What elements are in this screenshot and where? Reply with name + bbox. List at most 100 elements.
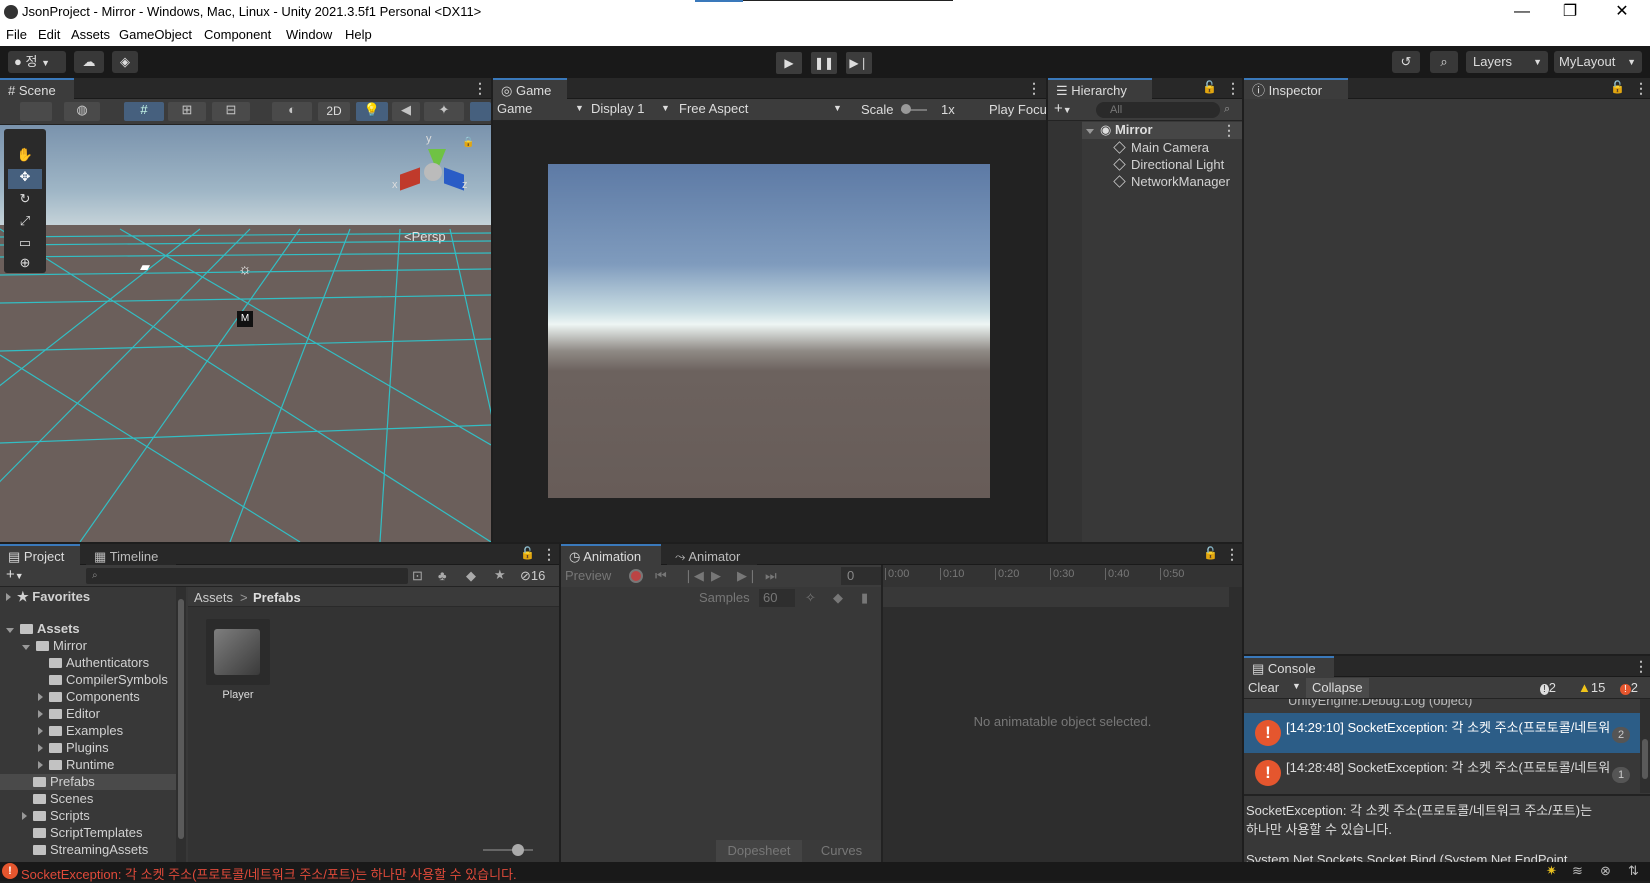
folder-row[interactable]: Mirror: [0, 638, 176, 654]
lighting-toggle[interactable]: 💡: [356, 102, 388, 121]
icon-size-slider[interactable]: [483, 849, 533, 851]
account-dropdown[interactable]: ● 정 ▼: [8, 51, 66, 73]
tab-hierarchy[interactable]: ☰ Hierarchy: [1048, 78, 1152, 99]
move-tool-icon[interactable]: ✥: [8, 169, 42, 189]
console-row-partial[interactable]: UnityEngine.Debug:Log (object): [1244, 699, 1640, 713]
step-button[interactable]: ▶❘: [846, 52, 872, 74]
favorites-row[interactable]: ★ Favorites: [6, 589, 90, 605]
play-focused-select[interactable]: Play Focu: [989, 102, 1046, 117]
label-filter-icon[interactable]: ◆: [466, 568, 476, 584]
lock-icon[interactable]: 🔓: [1203, 546, 1218, 560]
tab-console[interactable]: ▤ Console: [1244, 656, 1334, 677]
add-keyframe-icon[interactable]: ✧: [805, 590, 816, 606]
prev-key-icon[interactable]: ❘◀: [683, 568, 704, 584]
dopesheet-button[interactable]: Dopesheet: [716, 840, 802, 862]
breadcrumb-current[interactable]: Prefabs: [253, 590, 301, 605]
menu-edit[interactable]: Edit: [38, 27, 60, 42]
frame-input[interactable]: 0: [841, 567, 881, 585]
play-button[interactable]: ▶: [776, 52, 802, 74]
add-key-icon[interactable]: ◆: [833, 590, 843, 606]
kebab-menu-icon[interactable]: ⋮: [542, 546, 556, 563]
expand-arrow-icon[interactable]: [1086, 129, 1094, 134]
expand-arrow-icon[interactable]: [38, 727, 43, 735]
tab-timeline[interactable]: ▦ Timeline: [86, 544, 176, 565]
debug-mode-icon[interactable]: ⊗: [1600, 863, 1611, 879]
folder-row[interactable]: Runtime: [0, 757, 176, 773]
close-button[interactable]: ✕: [1598, 0, 1646, 24]
scale-slider-thumb[interactable]: [901, 104, 911, 114]
warning-filter-toggle[interactable]: ▲15: [1578, 680, 1605, 695]
expand-arrow-icon[interactable]: [22, 812, 27, 820]
toggle-2d-button[interactable]: 2D: [318, 102, 350, 121]
lock-icon[interactable]: 🔒: [462, 137, 474, 148]
last-key-icon[interactable]: ⏭: [765, 568, 777, 584]
add-object-button[interactable]: +▼: [1054, 100, 1072, 117]
dopesheet-area[interactable]: No animatable object selected.: [883, 587, 1242, 862]
error-filter-toggle[interactable]: ! 2: [1620, 680, 1638, 695]
cache-server-icon[interactable]: ≋: [1572, 863, 1583, 879]
scrollbar-thumb[interactable]: [1642, 739, 1648, 779]
preview-button[interactable]: Preview: [565, 568, 611, 583]
lock-icon[interactable]: 🔓: [1610, 80, 1625, 94]
light-gizmo-icon[interactable]: ☼: [238, 261, 252, 278]
rect-tool-icon[interactable]: ▭: [8, 235, 42, 255]
kebab-menu-icon[interactable]: ⋮: [1634, 80, 1648, 97]
collapse-toggle[interactable]: Collapse: [1306, 678, 1369, 698]
transform-tool-icon[interactable]: ⊕: [8, 255, 42, 273]
folder-row[interactable]: Prefabs: [0, 774, 176, 790]
rotate-tool-icon[interactable]: ↻: [8, 191, 42, 211]
folder-row[interactable]: Scenes: [0, 791, 176, 807]
camera-gizmo-icon[interactable]: ▰: [140, 259, 150, 275]
audio-toggle[interactable]: ◀: [392, 102, 420, 121]
folder-row[interactable]: Scripts: [0, 808, 176, 824]
grid-snap-button[interactable]: #: [124, 102, 164, 121]
expand-arrow-icon[interactable]: [38, 693, 43, 701]
lock-icon[interactable]: 🔓: [1202, 80, 1217, 94]
expand-arrow-icon[interactable]: [38, 710, 43, 718]
game-viewport[interactable]: [548, 164, 990, 498]
global-button[interactable]: ◍: [64, 102, 100, 121]
networkmanager-gizmo-icon[interactable]: M: [237, 311, 253, 327]
expand-arrow-icon[interactable]: [38, 761, 43, 769]
record-icon[interactable]: [629, 569, 643, 583]
filter-type-icon[interactable]: ♣: [438, 568, 447, 583]
tab-inspector[interactable]: ⓘ Inspector: [1244, 78, 1348, 99]
play-icon[interactable]: ▶: [711, 568, 721, 584]
console-detail[interactable]: SocketException: 각 소켓 주소(프로토콜/네트워크 주소/포트…: [1244, 796, 1640, 867]
status-bar[interactable]: ! SocketException: 각 소켓 주소(프로토콜/네트워크 주소/…: [0, 862, 1650, 882]
projection-toggle[interactable]: <Persp: [404, 229, 446, 244]
shading-button[interactable]: ◐: [272, 102, 312, 121]
kebab-menu-icon[interactable]: ⋮: [1027, 80, 1041, 97]
first-key-icon[interactable]: ⏮: [655, 568, 667, 584]
maximize-button[interactable]: ❐: [1546, 0, 1594, 24]
project-search-input[interactable]: ⌕: [86, 568, 408, 584]
console-scrollbar[interactable]: [1640, 699, 1650, 793]
hand-tool-icon[interactable]: ✋: [8, 147, 42, 167]
collab-button[interactable]: ◈: [112, 51, 138, 73]
asset-label[interactable]: Player: [206, 689, 270, 701]
hidden-packages-toggle[interactable]: ⊘16: [520, 568, 545, 584]
add-event-icon[interactable]: ▮: [861, 590, 868, 606]
scale-tool-icon[interactable]: ⤢: [8, 213, 42, 233]
console-entry[interactable]: ! [14:28:48] SocketException: 각 소켓 주소(프로…: [1244, 753, 1640, 793]
search-button[interactable]: ⌕: [1430, 51, 1458, 73]
expand-arrow-icon[interactable]: [6, 628, 14, 633]
console-entry[interactable]: ! [14:29:10] SocketException: 각 소켓 주소(프로…: [1244, 713, 1640, 753]
history-button[interactable]: ↺: [1392, 51, 1420, 73]
hierarchy-item[interactable]: NetworkManager: [1113, 174, 1230, 190]
layers-dropdown[interactable]: Layers ▼: [1466, 51, 1548, 73]
folder-row[interactable]: ScriptTemplates: [0, 825, 176, 841]
folder-row[interactable]: Components: [0, 689, 176, 705]
effects-toggle[interactable]: ✦: [424, 102, 464, 121]
layout-dropdown[interactable]: MyLayout ▼: [1554, 51, 1642, 73]
menu-component[interactable]: Component: [204, 27, 271, 42]
asset-thumbnail[interactable]: [206, 619, 270, 685]
tab-project[interactable]: ▤ Project: [0, 544, 80, 565]
display-select[interactable]: Display 1 ▼: [591, 101, 673, 116]
folder-row[interactable]: Editor: [0, 706, 176, 722]
network-activity-icon[interactable]: ⇅: [1628, 863, 1639, 879]
tab-scene[interactable]: # Scene: [0, 78, 74, 99]
samples-input[interactable]: 60: [759, 589, 795, 607]
align-button[interactable]: ⊟: [212, 102, 250, 121]
folder-row[interactable]: CompilerSymbols: [0, 672, 176, 688]
